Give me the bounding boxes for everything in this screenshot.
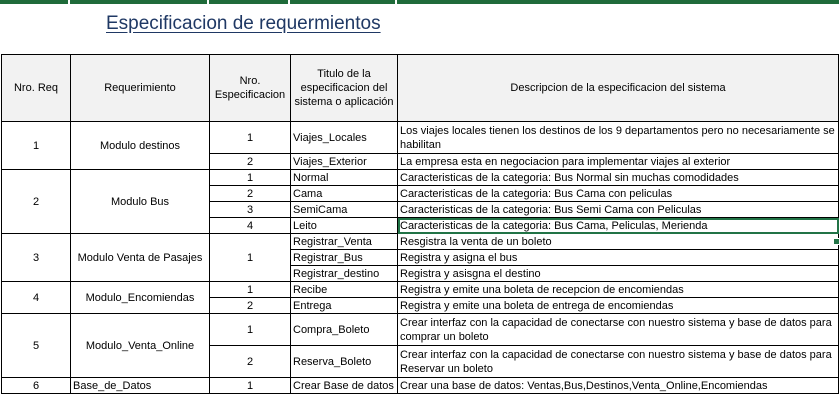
req-number-cell[interactable]: 6	[1, 377, 71, 394]
table-row: 3 Modulo Venta de Pasajes 1 Registrar_Ve…	[1, 233, 839, 282]
spec-title-cell[interactable]: Compra_Boleto	[290, 313, 398, 346]
spec-desc-cell[interactable]: Registra y asisgna el destino	[397, 265, 839, 282]
spec-title-cell[interactable]: Cama	[290, 185, 398, 202]
req-name-cell[interactable]: Modulo destinos	[70, 121, 210, 170]
spec-title-cell[interactable]: Crear Base de datos	[290, 377, 398, 394]
req-name-cell[interactable]: Modulo Bus	[70, 169, 210, 234]
spec-number-cell[interactable]: 2	[209, 297, 291, 314]
spec-desc-cell[interactable]: Caracteristicas de la categoria: Bus Cam…	[397, 185, 839, 202]
spec-number-cell[interactable]: 1	[209, 169, 291, 186]
spec-number-cell[interactable]: 2	[209, 185, 291, 202]
spec-title-cell[interactable]: Reserva_Boleto	[290, 345, 398, 378]
spec-number-cell[interactable]: 1	[209, 377, 291, 394]
table-row: 6 Base_de_Datos 1 Crear Base de datos Cr…	[1, 377, 839, 394]
header-nro-req[interactable]: Nro. Req	[1, 54, 71, 122]
spec-desc-cell[interactable]: Caracteristicas de la categoria: Bus Sem…	[397, 201, 839, 218]
spec-desc-cell[interactable]: Registra y asigna el bus	[397, 249, 839, 266]
fill-handle[interactable]	[833, 238, 839, 245]
header-requerimiento[interactable]: Requerimiento	[70, 54, 210, 122]
req-number-cell[interactable]: 5	[1, 313, 71, 378]
header-descripcion[interactable]: Descripcion de la especificacion del sis…	[397, 54, 839, 122]
spec-desc-cell[interactable]: Caracteristicas de la categoria: Bus Nor…	[397, 169, 839, 186]
spec-number-cell[interactable]: 4	[209, 217, 291, 234]
req-number-cell[interactable]: 1	[1, 121, 71, 170]
spec-desc-cell[interactable]: Crear interfaz con la capacidad de conec…	[397, 345, 839, 378]
header-row: Nro. Req Requerimiento Nro. Especificaci…	[1, 54, 839, 122]
spec-number-cell[interactable]: 2	[209, 153, 291, 170]
spec-desc-cell[interactable]: Los viajes locales tienen los destinos d…	[397, 121, 839, 154]
req-number-cell[interactable]: 3	[1, 233, 71, 282]
spec-desc-cell[interactable]: Resgistra la venta de un boleto	[397, 233, 839, 250]
spec-desc-cell[interactable]: Registra y emite una boleta de entrega d…	[397, 297, 839, 314]
table-row: 4 Modulo_Encomiendas 1 Recibe Registra y…	[1, 281, 839, 314]
table-row: 5 Modulo_Venta_Online 1 Compra_Boleto Cr…	[1, 313, 839, 378]
header-nro-especificacion[interactable]: Nro. Especificacion	[209, 54, 291, 122]
req-name-cell[interactable]: Modulo_Encomiendas	[70, 281, 210, 314]
spec-number-cell[interactable]: 1	[209, 233, 291, 282]
req-name-cell[interactable]: Base_de_Datos	[70, 377, 210, 394]
req-number-cell[interactable]: 2	[1, 169, 71, 234]
spec-title-cell[interactable]: Leito	[290, 217, 398, 234]
spec-title-cell[interactable]: Recibe	[290, 281, 398, 298]
page-title: Especificacion de requermientos	[106, 13, 381, 34]
spec-title-cell[interactable]: Viajes_Exterior	[290, 153, 398, 170]
spec-number-cell[interactable]: 1	[209, 281, 291, 298]
spec-number-cell[interactable]: 1	[209, 313, 291, 346]
table-row: 1 Modulo destinos 1 Viajes_Locales Los v…	[1, 121, 839, 170]
spec-number-cell[interactable]: 2	[209, 345, 291, 378]
top-strip	[0, 0, 839, 4]
req-name-cell[interactable]: Modulo_Venta_Online	[70, 313, 210, 378]
spec-title-cell[interactable]: Registrar_Venta	[290, 233, 398, 250]
spec-title-cell[interactable]: Normal	[290, 169, 398, 186]
spec-desc-cell-selected[interactable]: Caracteristicas de la categoria: Bus Cam…	[397, 217, 839, 234]
header-titulo[interactable]: Titulo de la especificacion del sistema …	[290, 54, 398, 122]
req-number-cell[interactable]: 4	[1, 281, 71, 314]
spec-title-cell[interactable]: Viajes_Locales	[290, 121, 398, 154]
req-name-cell[interactable]: Modulo Venta de Pasajes	[70, 233, 210, 282]
spec-number-cell[interactable]: 3	[209, 201, 291, 218]
requirements-table: Nro. Req Requerimiento Nro. Especificaci…	[1, 54, 839, 394]
spec-title-cell[interactable]: Registrar_destino	[290, 265, 398, 282]
spec-title-cell[interactable]: Entrega	[290, 297, 398, 314]
spec-desc-cell[interactable]: Crear una base de datos: Ventas,Bus,Dest…	[397, 377, 839, 394]
table-row: 2 Modulo Bus 1 Normal Caracteristicas de…	[1, 169, 839, 234]
spec-title-cell[interactable]: Registrar_Bus	[290, 249, 398, 266]
spec-title-cell[interactable]: SemiCama	[290, 201, 398, 218]
spec-number-cell[interactable]: 1	[209, 121, 291, 154]
spec-desc-cell[interactable]: Crear interfaz con la capacidad de conec…	[397, 313, 839, 346]
spec-desc-cell[interactable]: La empresa esta en negociacion para impl…	[397, 153, 839, 170]
spec-desc-cell[interactable]: Registra y emite una boleta de recepcion…	[397, 281, 839, 298]
